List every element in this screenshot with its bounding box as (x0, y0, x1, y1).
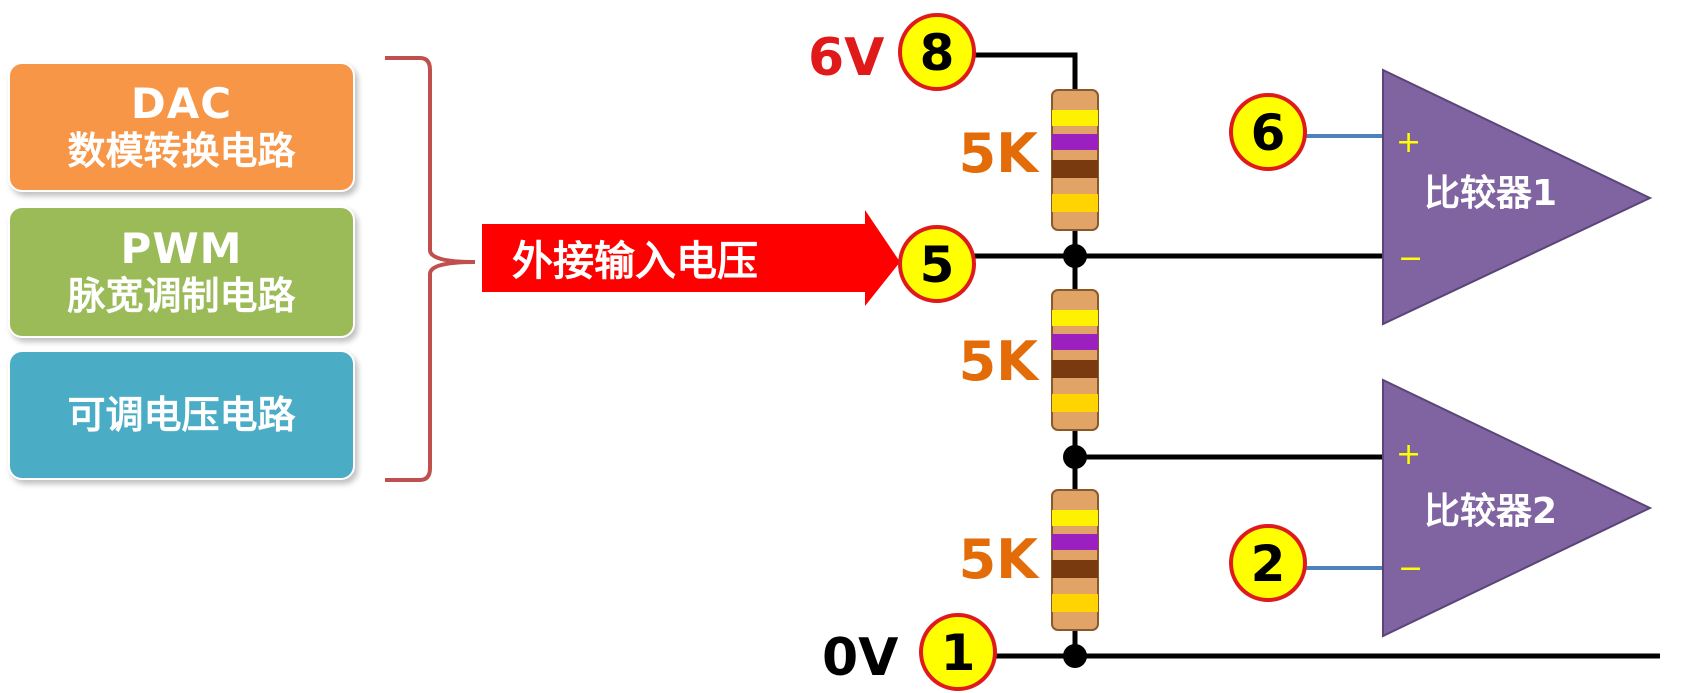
pin-5-number: 5 (920, 236, 955, 294)
input-voltage-label: 外接输入电压 (512, 237, 758, 285)
pin-1-number: 1 (941, 624, 976, 682)
resistor-middle-label: 5K (959, 330, 1041, 393)
comparator-2-minus: − (1398, 551, 1423, 586)
comparator-2-plus: + (1396, 437, 1421, 472)
pin-8: 8 (898, 13, 976, 91)
pin-6-number: 6 (1251, 104, 1286, 162)
resistor-band (1052, 334, 1098, 350)
junction-dot (1063, 244, 1087, 268)
ground-voltage-label: 0V (822, 628, 898, 688)
pin-2-number: 2 (1251, 535, 1286, 593)
resistor-bottom-label: 5K (959, 528, 1041, 591)
supply-voltage-label: 6V (808, 28, 884, 88)
resistor-band (1052, 310, 1098, 326)
comparator-2: 比较器2 + − (1382, 378, 1653, 638)
junction-dot (1063, 644, 1087, 668)
resistor-band (1052, 110, 1098, 126)
pin-6: 6 (1229, 93, 1307, 171)
resistor-band (1052, 560, 1098, 578)
comparator-1-minus: − (1398, 241, 1423, 276)
resistor-band (1052, 394, 1098, 412)
resistor-bottom (1051, 489, 1099, 631)
resistor-band (1052, 510, 1098, 526)
resistor-band (1052, 594, 1098, 612)
resistor-band (1052, 160, 1098, 178)
junction-dot (1063, 445, 1087, 469)
resistor-top-label: 5K (959, 122, 1041, 185)
circuit-diagram: 外接输入电压 5K 5K 5K 6V 0V 比较器1 + − 比较器2 + − … (385, 13, 1660, 691)
comparator-1-label: 比较器1 (1424, 173, 1557, 214)
pin-8-number: 8 (920, 24, 955, 82)
resistor-top (1051, 89, 1099, 231)
resistor-band (1052, 134, 1098, 150)
pin-2: 2 (1229, 524, 1307, 602)
pin-1: 1 (919, 613, 997, 691)
resistor-band (1052, 534, 1098, 550)
grouping-bracket (385, 56, 476, 482)
comparator-2-label: 比较器2 (1424, 491, 1557, 532)
resistor-band (1052, 194, 1098, 212)
comparator-1: 比较器1 + − (1382, 68, 1653, 326)
comparator-1-plus: + (1396, 125, 1421, 160)
resistor-middle (1051, 289, 1099, 431)
resistor-band (1052, 360, 1098, 378)
pin-5: 5 (898, 225, 976, 303)
